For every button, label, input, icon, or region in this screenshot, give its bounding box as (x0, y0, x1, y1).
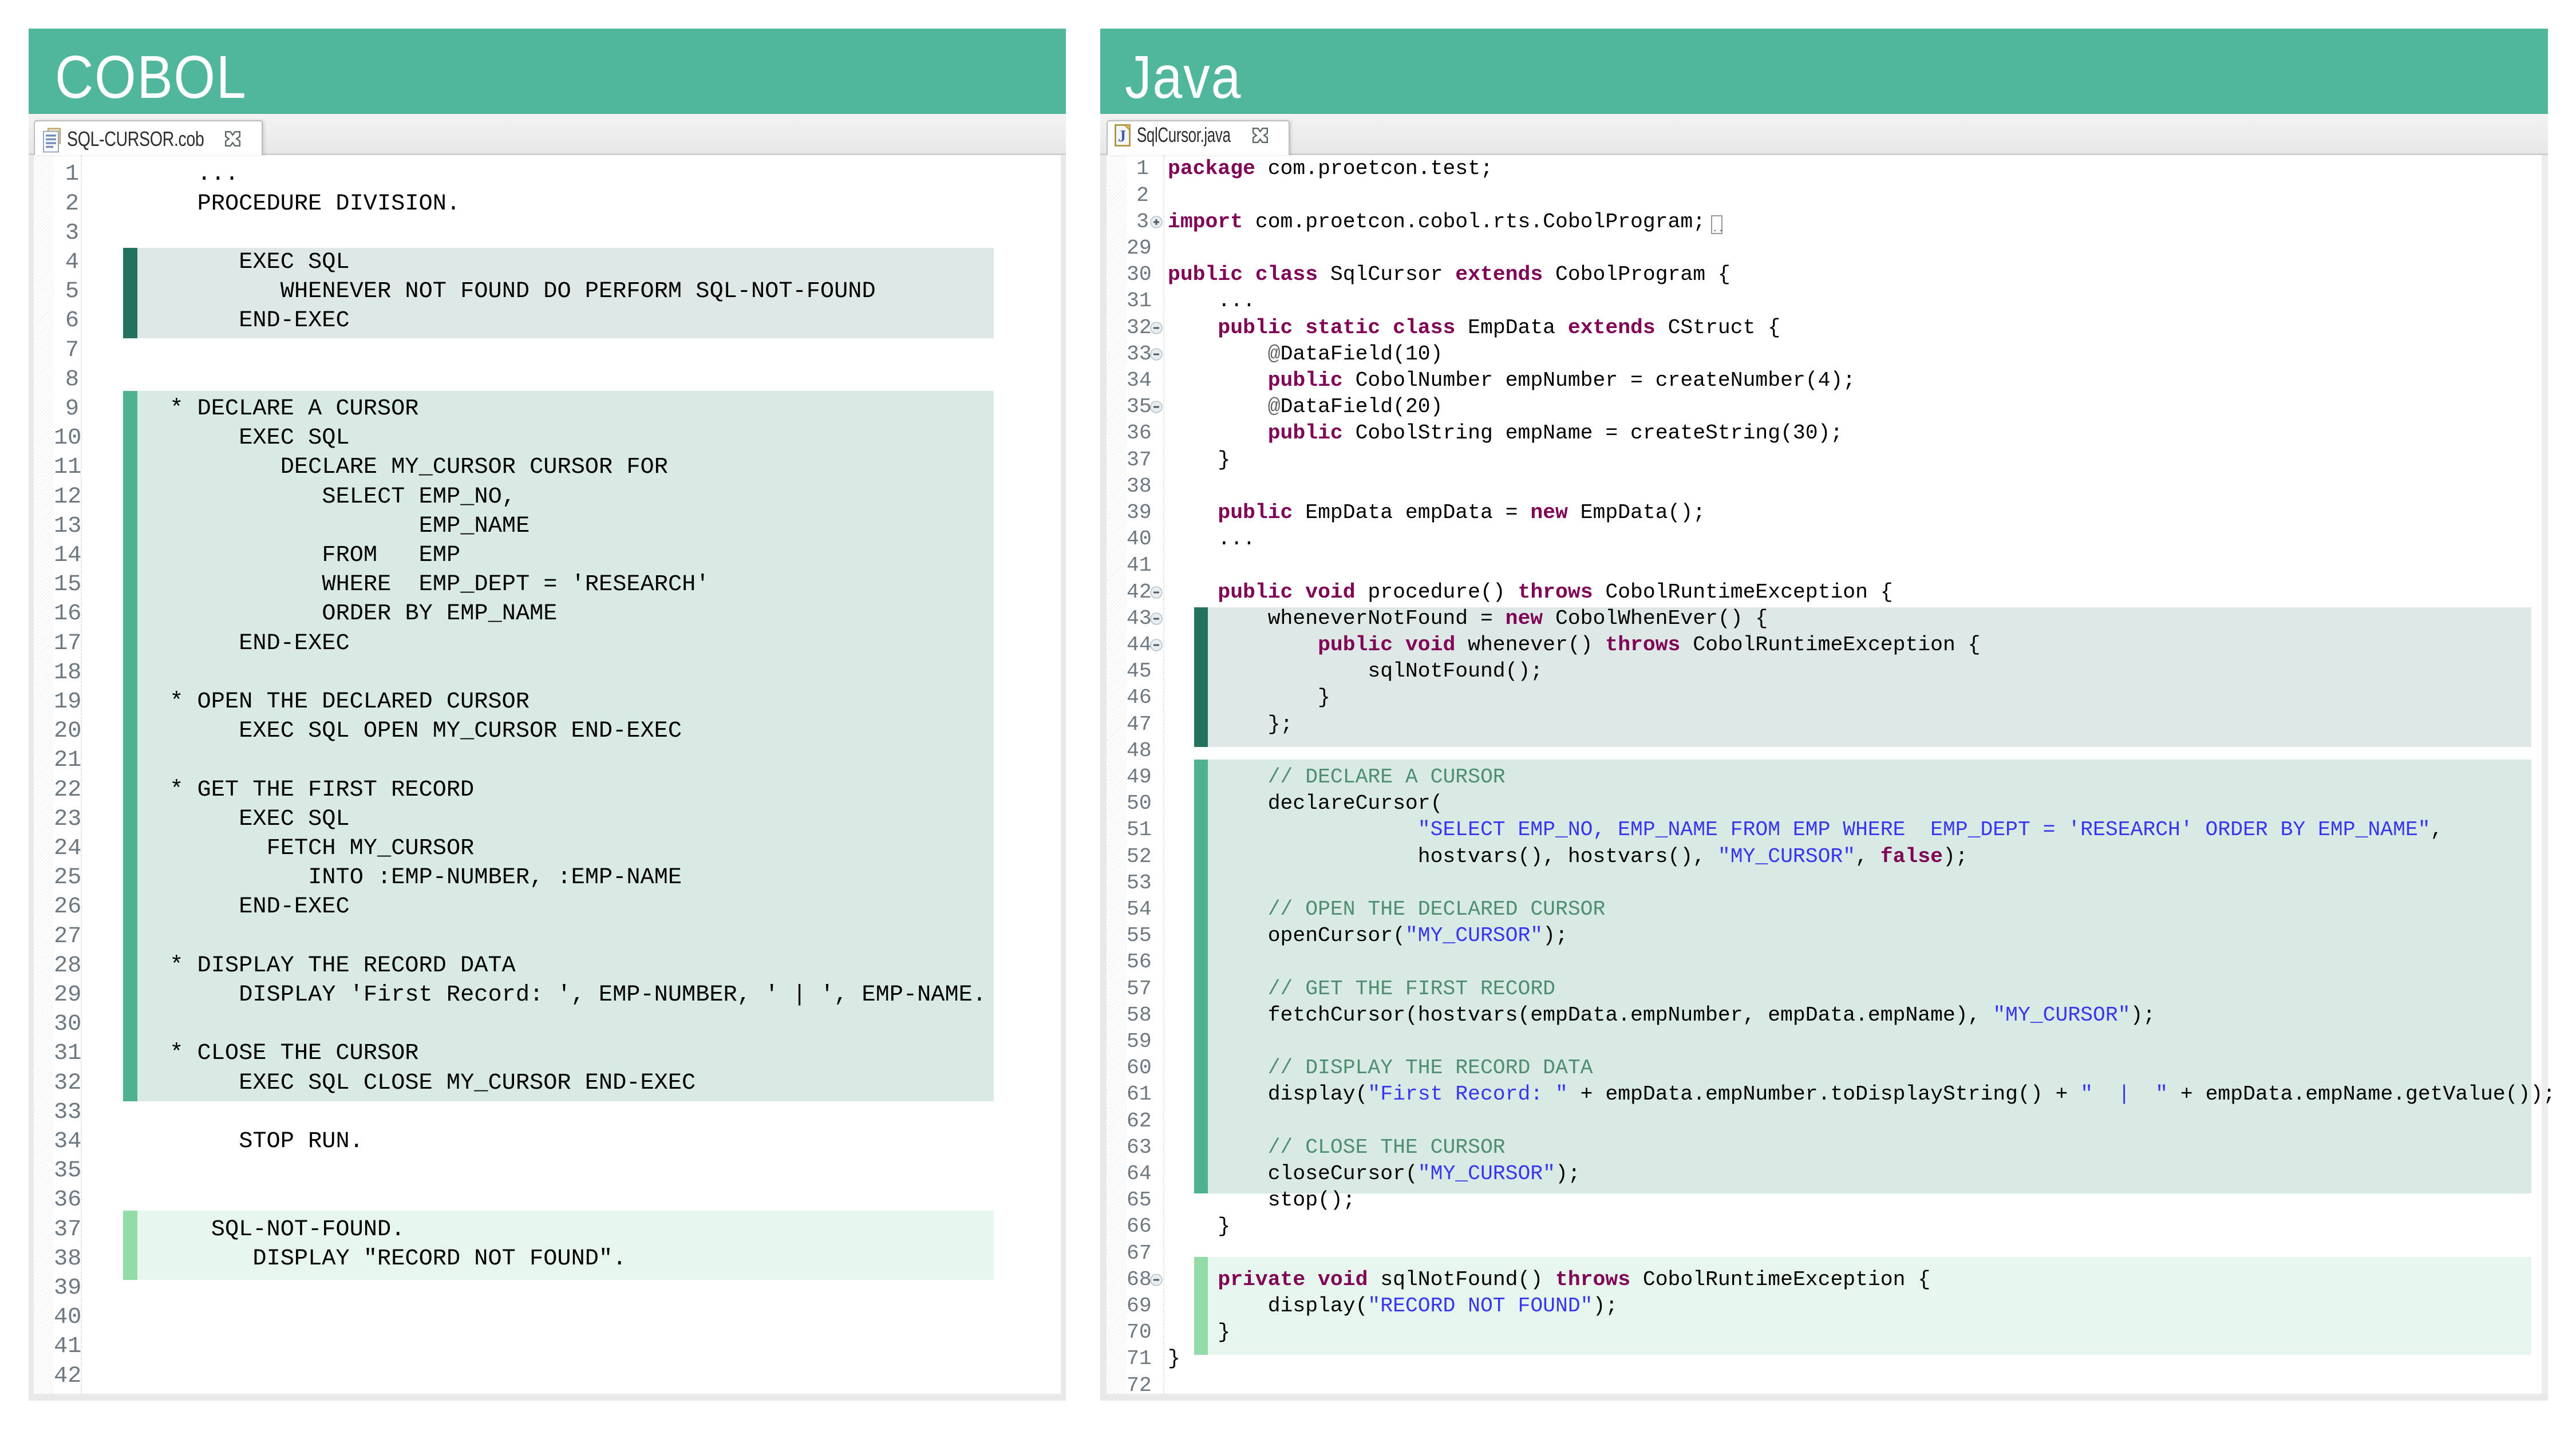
svg-text:J: J (1118, 128, 1126, 145)
